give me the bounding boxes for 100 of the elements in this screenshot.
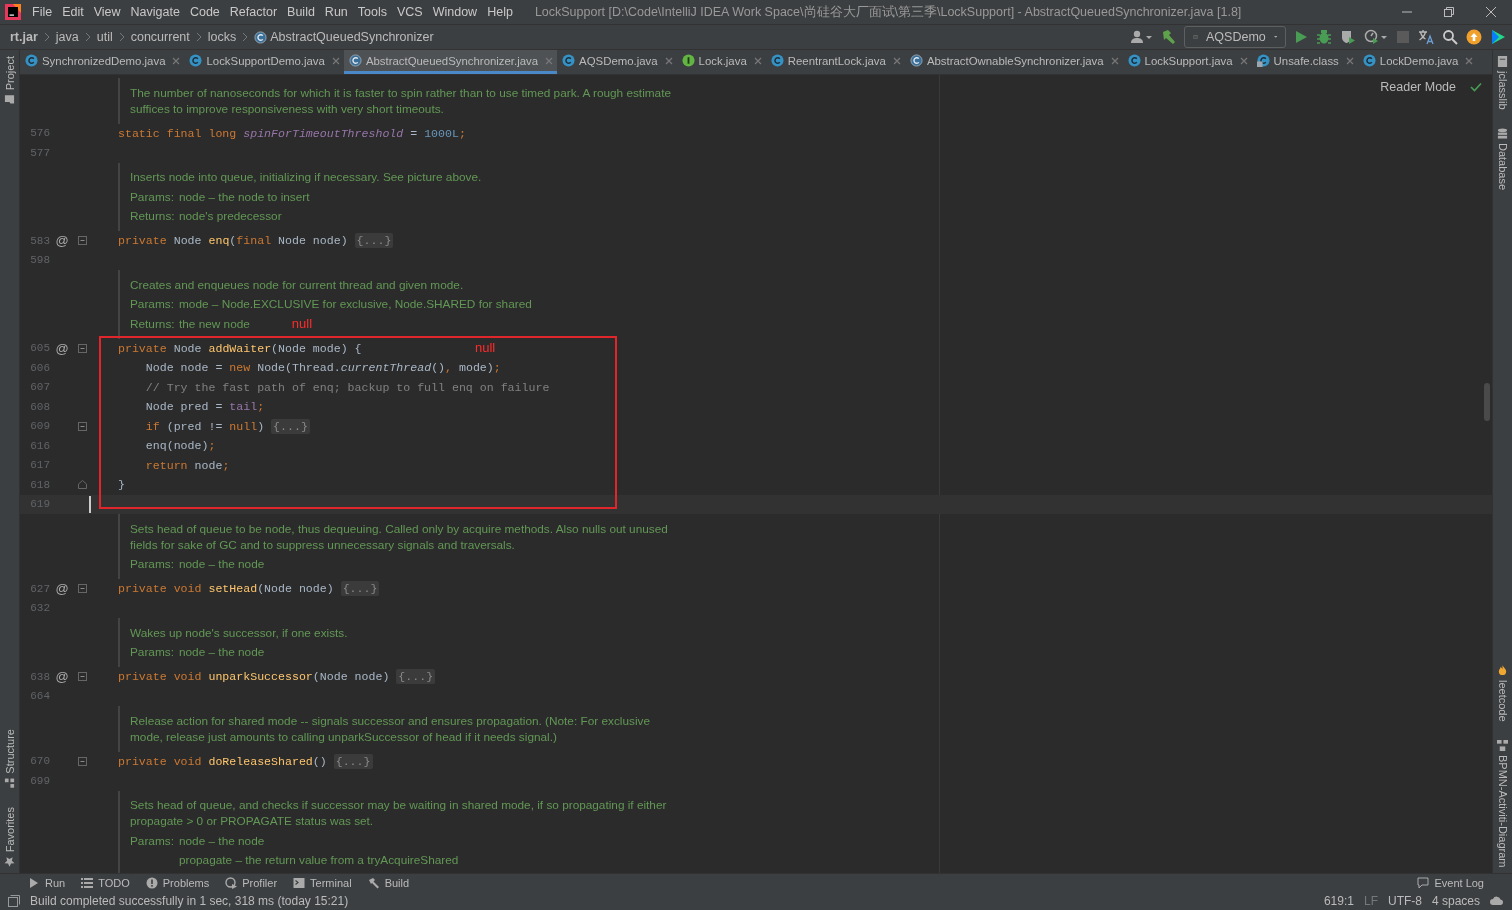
editor-tab[interactable]: Lock.java [676,50,766,74]
editor-tab[interactable]: AbstractOwnableSynchronizer.java [904,50,1123,74]
doc-tag-text: node – the node [179,557,265,572]
close-icon[interactable] [1485,6,1497,18]
tool-window-button[interactable]: Favorites [3,804,16,869]
code-line: } [118,477,125,493]
editor-tab[interactable]: Unsafe.class [1251,50,1358,74]
cloud-gear-icon[interactable] [1490,895,1504,907]
tool-window-button[interactable]: TODO [81,877,130,889]
menu-item[interactable]: Code [184,5,225,19]
fold-icon[interactable] [77,756,87,766]
editor-tab[interactable]: AbstractQueuedSynchronizer.java [343,50,558,74]
close-icon[interactable] [1110,56,1119,65]
folder-icon [4,94,15,106]
line-number: 664 [29,690,50,703]
fold-icon[interactable] [77,672,87,682]
override-marker[interactable]: @ [55,233,69,249]
close-icon[interactable] [1345,56,1354,65]
menu-item[interactable]: VCS [392,5,428,19]
translate-icon[interactable] [1418,29,1434,45]
reader-mode-button[interactable]: Reader Mode [1380,80,1456,94]
plugin-icon[interactable] [1490,29,1506,45]
search-icon[interactable] [1442,29,1458,45]
class-icon [1362,54,1376,67]
code-line: private void doReleaseShared() {...} [118,752,373,771]
menu-item[interactable]: Window [427,5,483,19]
run-icon[interactable] [1294,30,1308,44]
menu-item[interactable]: File [27,5,58,19]
editor-tab[interactable]: ReentrantLock.java [765,50,905,74]
menu-item[interactable]: Tools [352,5,392,19]
menu-item[interactable]: Navigate [125,5,185,19]
breadcrumb[interactable]: util [96,30,113,44]
editor-tab[interactable]: LockDemo.java [1357,50,1478,74]
editor-tab[interactable]: LockSupport.java [1122,50,1252,74]
breadcrumb[interactable]: concurrent [130,30,190,44]
override-marker[interactable]: @ [55,581,69,597]
override-marker[interactable]: @ [55,340,69,356]
panel-toggle-icon[interactable] [8,895,20,907]
shield-icon[interactable] [1340,29,1356,45]
menu-item[interactable]: View [88,5,126,19]
breadcrumb[interactable]: AbstractQueuedSynchronizer [254,30,434,44]
close-icon[interactable] [664,56,673,65]
tool-window-button[interactable]: Structure [3,727,16,791]
tool-window-button[interactable]: Problems [145,877,210,889]
doc-tag-text: node – the node [179,645,265,660]
close-icon[interactable] [892,56,901,65]
breadcrumb[interactable]: rt.jar [10,30,38,44]
override-marker[interactable]: @ [55,669,69,685]
fold-icon[interactable] [77,584,87,594]
tool-window-button[interactable]: Database [1496,125,1509,192]
close-icon[interactable] [172,56,181,65]
tool-window-button[interactable]: Profiler [225,877,278,889]
run-configuration-dropdown[interactable]: AQSDemo [1184,26,1286,48]
close-icon[interactable] [1465,56,1474,65]
close-icon[interactable] [331,56,340,65]
user-icon[interactable] [1130,29,1152,45]
tool-window-button[interactable]: Build [367,877,410,889]
line-number: 627 [29,582,50,595]
menu-item[interactable]: Refactor [224,5,283,19]
bug-icon[interactable] [1316,29,1332,45]
structure-icon [4,777,15,789]
fold-end-icon[interactable] [77,480,87,490]
menu-item[interactable]: Help [482,5,518,19]
tool-window-button[interactable]: Project [3,54,16,108]
tool-window-button[interactable]: jclasslib [1496,54,1509,112]
class-icon [1127,54,1141,67]
code-line: private void unparkSuccessor(Node node) {...} [118,668,436,686]
fold-icon[interactable] [77,236,87,246]
tool-window-button[interactable]: Run [28,877,66,889]
gauge-icon[interactable] [1364,29,1388,45]
close-icon[interactable] [753,56,762,65]
app-logo-icon [5,4,21,20]
fold-icon[interactable] [77,343,87,353]
code-line: // Try the fast path of enq; backup to full enq on failure [144,379,550,396]
indent-setting[interactable]: 4 spaces [1431,894,1480,908]
tool-window-button[interactable]: Terminal [293,877,352,889]
close-icon[interactable] [1239,56,1248,65]
menu-item[interactable]: Build [282,5,320,19]
code-line: enq(node); [144,438,216,454]
check-icon [1470,82,1482,92]
editor-tab[interactable]: LockSupportDemo.java [184,50,344,74]
code-line: Node pred = tail; [144,399,265,415]
breadcrumb[interactable]: java [55,30,79,44]
caret-position[interactable]: 619:1 [1323,894,1354,908]
warning-icon [145,877,158,889]
restore-icon[interactable] [1443,6,1455,18]
file-encoding[interactable]: UTF-8 [1387,894,1422,908]
tool-window-button[interactable]: leetcode [1496,662,1509,724]
menu-item[interactable]: Run [319,5,353,19]
doc-text: Release action for shared mode -- signals successor and ensures propagation. (Note: For exclusive mode, release just amounts to calling unparkSuccessor of head if it needs signal.) [130,712,651,746]
scrollbar-thumb[interactable] [1484,383,1490,421]
tool-window-button[interactable]: BPMN-Activiti-Diagram [1496,737,1509,869]
editor-tab[interactable]: SynchronizedDemo.java [20,50,185,74]
line-number: 632 [29,602,50,615]
fold-icon[interactable] [77,421,87,431]
update-icon[interactable] [1466,29,1482,45]
breadcrumb[interactable]: locks [207,30,237,44]
tool-window-button[interactable]: Event Log [1417,877,1484,889]
menu-item[interactable]: Edit [57,5,89,19]
editor-tab[interactable]: AQSDemo.java [557,50,677,74]
